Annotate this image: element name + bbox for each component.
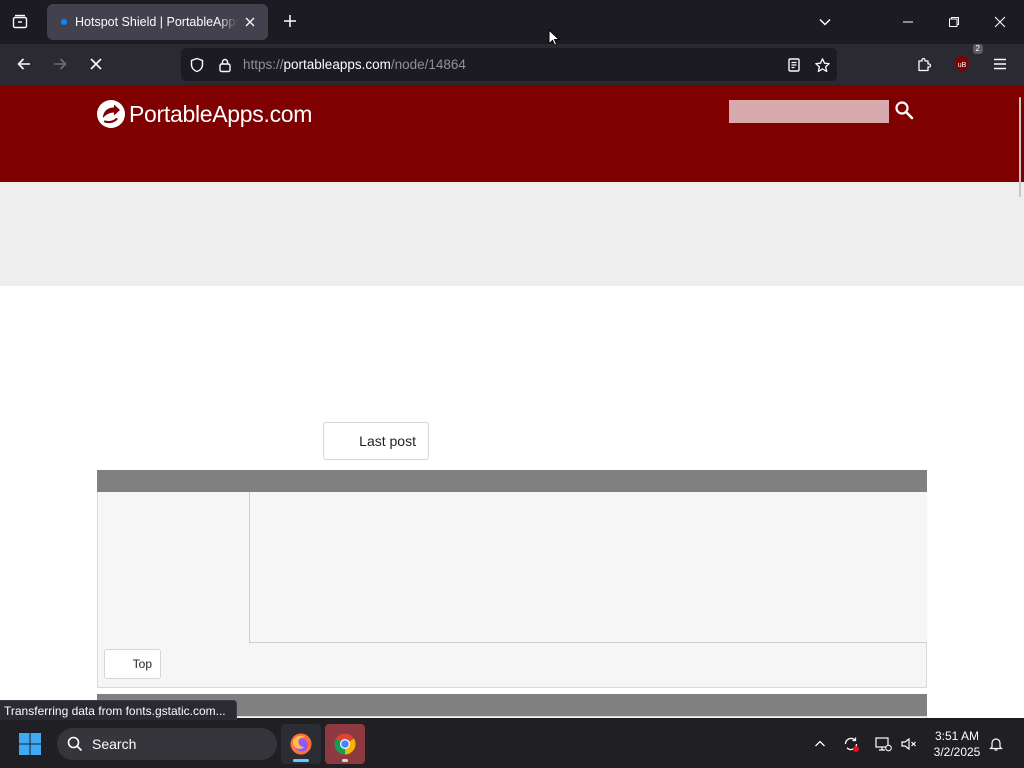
- browser-tab[interactable]: Hotspot Shield | PortableApps.com: [47, 4, 268, 40]
- network-icon[interactable]: [873, 734, 893, 754]
- status-panel: Transferring data from fonts.gstatic.com…: [0, 700, 237, 720]
- loading-favicon-icon: [61, 19, 67, 25]
- tab-list-icon[interactable]: [6, 8, 34, 36]
- search-icon: [67, 736, 83, 752]
- padlock-icon[interactable]: [216, 56, 234, 74]
- clock-time: 3:51 AM: [934, 729, 980, 743]
- navigation-toolbar: https://portableapps.com/node/14864 uB 2: [0, 44, 1024, 85]
- taskbar-search-box[interactable]: Search: [57, 728, 277, 760]
- url-prefix: https://: [243, 57, 284, 72]
- post-content: [249, 492, 927, 643]
- taskbar-search-label: Search: [92, 736, 137, 752]
- browser-tabbar: Hotspot Shield | PortableApps.com: [0, 0, 1024, 47]
- new-tab-icon[interactable]: [279, 10, 301, 32]
- site-logo[interactable]: PortableApps.com: [96, 99, 312, 129]
- close-tab-icon[interactable]: [242, 14, 258, 30]
- logo-text: PortableApps.com: [129, 100, 313, 127]
- page-banner-area: [0, 182, 1024, 286]
- windows-start-icon[interactable]: [16, 730, 44, 758]
- firefox-icon[interactable]: [281, 724, 321, 764]
- stop-loading-icon[interactable]: [82, 50, 110, 78]
- site-search-input[interactable]: [729, 100, 889, 123]
- active-app-indicator: [293, 759, 309, 762]
- search-icon[interactable]: [892, 98, 916, 122]
- chrome-icon[interactable]: [325, 724, 365, 764]
- post-container: Top: [97, 492, 927, 688]
- running-app-indicator: [342, 759, 348, 762]
- tracking-protection-shield-icon[interactable]: [188, 56, 206, 74]
- list-all-tabs-chevron-icon[interactable]: [811, 8, 839, 36]
- notifications-bell-icon[interactable]: [986, 734, 1006, 754]
- ublock-origin-icon[interactable]: uB 2: [948, 44, 983, 78]
- url-host: portableapps.com: [283, 57, 391, 72]
- restore-icon[interactable]: [940, 8, 968, 36]
- close-window-icon[interactable]: [986, 8, 1014, 36]
- back-to-top-button[interactable]: Top: [104, 649, 161, 679]
- url-text[interactable]: https://portableapps.com/node/14864: [243, 57, 466, 72]
- page-scrollbar[interactable]: [1019, 97, 1021, 197]
- site-header: PortableApps.com: [0, 85, 1024, 182]
- url-bar[interactable]: https://portableapps.com/node/14864: [181, 48, 837, 81]
- volume-muted-icon[interactable]: [899, 734, 919, 754]
- sync-icon[interactable]: [841, 734, 861, 754]
- page-viewport: PortableApps.com Last post Top: [0, 85, 1024, 718]
- portableapps-logo-icon: [97, 100, 125, 128]
- app-menu-hamburger-icon[interactable]: [986, 50, 1014, 78]
- url-path: /node/14864: [390, 57, 466, 72]
- minimize-icon[interactable]: [894, 8, 922, 36]
- last-post-button[interactable]: Last post: [323, 422, 429, 460]
- show-hidden-icons-chevron-icon[interactable]: [810, 734, 830, 754]
- reader-view-icon[interactable]: [785, 56, 803, 74]
- tab-title: Hotspot Shield | PortableApps.com: [75, 15, 238, 29]
- post-header-bar: [97, 470, 927, 492]
- back-icon[interactable]: [10, 50, 38, 78]
- taskbar-clock[interactable]: 3:51 AM 3/2/2025: [920, 728, 994, 760]
- forward-icon[interactable]: [46, 50, 74, 78]
- bookmark-star-icon[interactable]: [813, 56, 831, 74]
- extension-badge: 2: [972, 44, 983, 54]
- taskbar: Search 3:51 AM 3/2/2025: [0, 720, 1024, 768]
- extensions-puzzle-icon[interactable]: [910, 50, 938, 78]
- clock-date: 3/2/2025: [933, 745, 981, 759]
- svg-text:uB: uB: [958, 62, 967, 69]
